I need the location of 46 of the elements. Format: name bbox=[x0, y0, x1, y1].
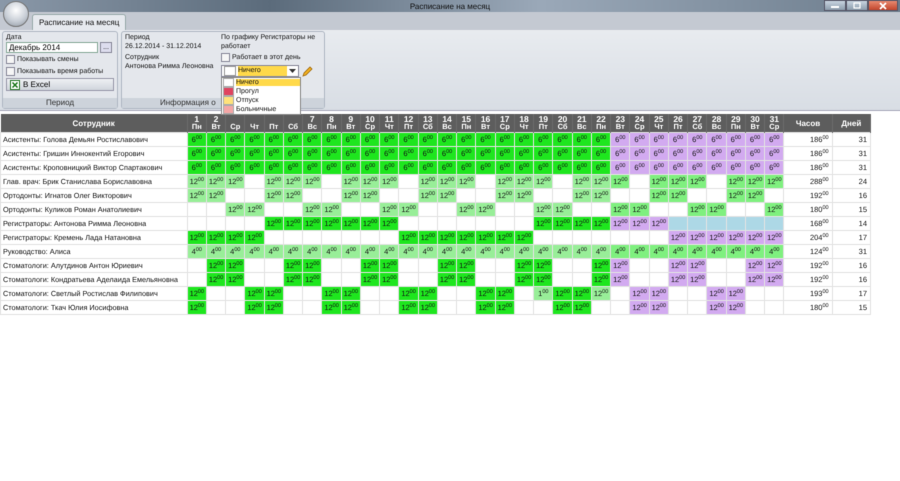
day-number: 30 bbox=[749, 115, 761, 123]
day-number: 13 bbox=[422, 115, 434, 123]
column-header: Сотрудник bbox=[72, 118, 115, 128]
group-label: Период bbox=[3, 98, 117, 108]
day-number: 9 bbox=[348, 115, 354, 123]
day-number: 20 bbox=[556, 115, 568, 123]
day-number: 17 bbox=[499, 115, 511, 123]
day-number: 10 bbox=[364, 115, 376, 123]
day-number: 23 bbox=[614, 115, 626, 123]
ribbon-tab[interactable]: Расписание на месяц bbox=[32, 14, 126, 30]
day-number: 29 bbox=[730, 115, 742, 123]
day-number: 7 bbox=[310, 115, 315, 123]
export-excel-button[interactable]: В Excel bbox=[6, 78, 114, 91]
day-number: 26 bbox=[672, 115, 684, 123]
day-number: 31 bbox=[768, 115, 780, 123]
day-number: 12 bbox=[402, 115, 414, 123]
restore-icon bbox=[852, 2, 862, 10]
day-number: 11 bbox=[384, 115, 395, 123]
column-header: Дней bbox=[841, 118, 862, 128]
checkbox[interactable] bbox=[6, 55, 15, 64]
column-header: Часов bbox=[796, 118, 820, 128]
date-field[interactable]: Декабрь 2014 bbox=[6, 42, 98, 53]
day-number: 2 bbox=[214, 115, 218, 123]
day-number: 22 bbox=[595, 115, 607, 123]
pencil-icon[interactable] bbox=[302, 66, 313, 76]
day-number: 24 bbox=[634, 115, 646, 123]
day-number: 28 bbox=[710, 115, 722, 123]
close-icon bbox=[878, 2, 888, 10]
day-number: 14 bbox=[441, 115, 453, 123]
maximize-button[interactable] bbox=[846, 0, 868, 11]
close-button[interactable] bbox=[868, 0, 898, 11]
day-number: 16 bbox=[480, 115, 492, 123]
day-number: 27 bbox=[692, 115, 704, 123]
day-number: 1 bbox=[194, 115, 200, 123]
spreadsheet-icon bbox=[10, 80, 20, 90]
checkbox[interactable] bbox=[221, 53, 230, 62]
day-number: 18 bbox=[518, 115, 530, 123]
day-number: 21 bbox=[576, 115, 588, 123]
window-title: Расписание на месяц bbox=[410, 2, 490, 10]
day-number: 25 bbox=[653, 115, 665, 123]
minimize-button[interactable] bbox=[824, 0, 846, 11]
checkbox[interactable] bbox=[6, 67, 15, 76]
caret-icon bbox=[289, 69, 296, 73]
day-number: 8 bbox=[329, 115, 334, 123]
day-number: 19 bbox=[538, 115, 550, 123]
day-number: 15 bbox=[460, 115, 472, 123]
